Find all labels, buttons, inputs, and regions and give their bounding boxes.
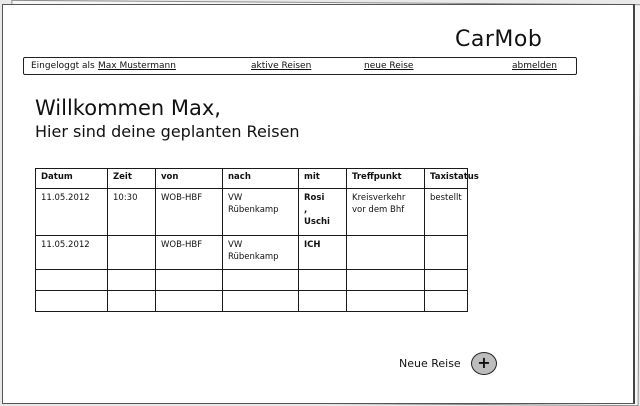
new-trip-label: Neue Reise: [399, 357, 461, 370]
logged-in-label: Eingeloggt als: [31, 61, 95, 71]
cell-treffpunkt: [346, 235, 425, 270]
table-row-empty: [35, 269, 468, 291]
col-header-treffpunkt: Treffpunkt: [346, 168, 425, 189]
cell-datum: 11.05.2012: [35, 235, 108, 270]
plus-icon: +: [477, 353, 491, 372]
table-row-empty: [35, 290, 468, 312]
cell-nach: VW Rübenkamp: [222, 188, 299, 236]
page-canvas: CarMob Eingeloggt als Max Mustermann akt…: [2, 4, 635, 404]
welcome-heading: Willkommen Max,: [35, 96, 221, 120]
cell-taxistatus: [424, 235, 468, 270]
col-header-datum: Datum: [35, 168, 108, 189]
cell-zeit: 10:30: [107, 188, 156, 236]
app-logo: CarMob: [455, 27, 543, 52]
table-row[interactable]: 11.05.2012 10:30 WOB-HBF VW Rübenkamp Ro…: [35, 188, 468, 236]
cell-taxistatus: bestellt: [424, 188, 468, 236]
col-header-nach: nach: [222, 168, 299, 189]
cell-mit: ICH: [298, 235, 347, 270]
table-row[interactable]: 11.05.2012 WOB-HBF VW Rübenkamp ICH: [35, 235, 468, 270]
cell-zeit: [107, 235, 156, 270]
col-header-von: von: [155, 168, 223, 189]
trips-table: Datum Zeit von nach mit Treffpunkt Taxis…: [35, 168, 479, 312]
col-header-mit: mit: [298, 168, 347, 189]
cell-treffpunkt: Kreisverkehr vor dem Bhf: [346, 188, 425, 236]
nav-link-new-trip[interactable]: neue Reise: [364, 58, 413, 74]
cell-von: WOB-HBF: [155, 235, 223, 270]
col-header-taxistatus: Taxistatus: [424, 168, 479, 189]
nav-link-logout[interactable]: abmelden: [512, 58, 557, 74]
table-header-row: Datum Zeit von nach mit Treffpunkt Taxis…: [35, 168, 479, 189]
planned-trips-subtitle: Hier sind deine geplanten Reisen: [35, 122, 300, 141]
col-header-zeit: Zeit: [107, 168, 156, 189]
cell-mit: Rosi , Uschi: [298, 188, 347, 236]
add-trip-button[interactable]: +: [471, 352, 497, 375]
top-navbar: Eingeloggt als Max Mustermann aktive Rei…: [23, 57, 577, 75]
cell-datum: 11.05.2012: [35, 188, 108, 236]
user-name: Max Mustermann: [98, 61, 176, 71]
cell-nach: VW Rübenkamp: [222, 235, 299, 270]
cell-von: WOB-HBF: [155, 188, 223, 236]
nav-link-active-trips[interactable]: aktive Reisen: [251, 58, 311, 74]
